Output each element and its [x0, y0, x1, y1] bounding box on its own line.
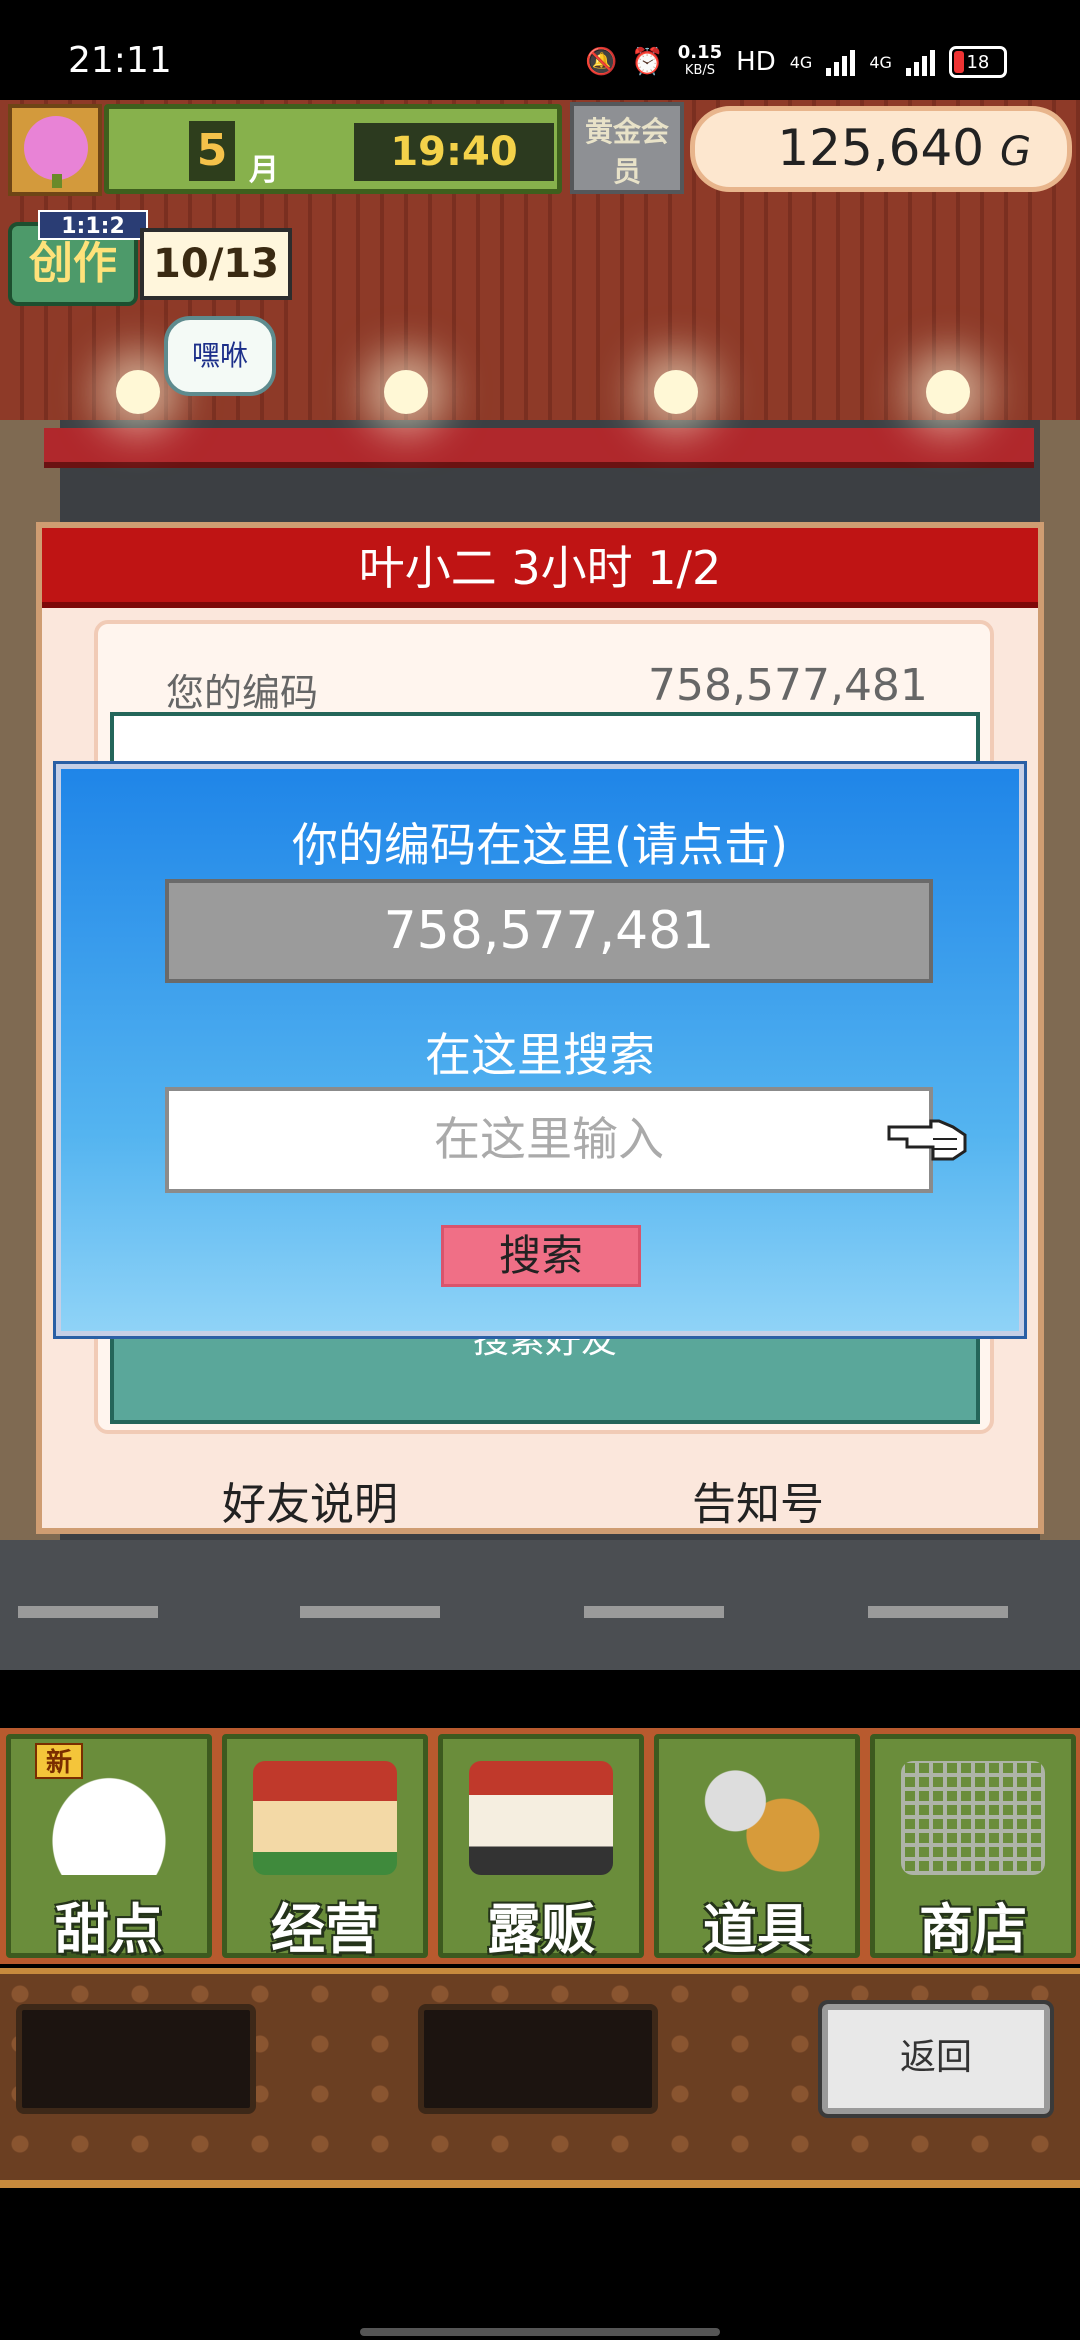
lamp-icon	[654, 370, 698, 414]
sim1-label: 4G	[789, 52, 813, 72]
shop-icon	[253, 1761, 397, 1875]
shop-wall-right	[1040, 420, 1080, 1540]
shop-awning	[44, 428, 1034, 468]
street	[0, 1540, 1080, 1670]
tree-icon	[24, 116, 88, 180]
bottom-bar: 返回	[0, 1968, 1080, 2188]
menu-dessert-label: 甜点	[55, 1898, 163, 1961]
my-code-button[interactable]: 758,577,481	[165, 879, 933, 983]
alarm-icon: ⏰	[631, 47, 664, 77]
road-marking	[584, 1606, 724, 1618]
date-panel: 5 月 19:40	[104, 104, 562, 194]
status-time: 21:11	[68, 40, 172, 81]
new-badge: 新	[35, 1743, 83, 1779]
sim2-label: 4G	[869, 52, 892, 72]
battery-icon: 18	[948, 46, 1007, 78]
notice-link[interactable]: 告知号	[692, 1468, 824, 1532]
menu-stall-label: 露贩	[487, 1898, 595, 1961]
empty-slot	[418, 2004, 658, 2114]
create-status[interactable]: 创作 1:1:2 10/13	[8, 210, 292, 306]
gold-member-icon[interactable]: 黄金会员	[570, 102, 684, 194]
search-input[interactable]: 在这里输入	[165, 1087, 933, 1193]
money-unit: G	[1000, 129, 1031, 175]
battery-level: 18	[966, 51, 990, 73]
search-dialog: 你的编码在这里(请点击) 758,577,481 在这里搜索 在这里输入 搜索	[53, 761, 1027, 1339]
network-speed-value: 0.15	[677, 42, 723, 63]
menu-store-button[interactable]: 商店	[870, 1734, 1076, 1961]
menu-stall-button[interactable]: 露贩	[438, 1734, 644, 1961]
shopping-cart-icon	[901, 1761, 1045, 1875]
signal-icon-1	[826, 48, 856, 76]
month-number: 5	[189, 121, 235, 181]
search-button[interactable]: 搜索	[441, 1225, 641, 1287]
lamp-icon	[116, 370, 160, 414]
code-value: 758,577,481	[648, 660, 928, 711]
game-clock: 19:40	[354, 123, 554, 181]
mute-icon: 🔕	[585, 47, 618, 77]
empty-slot	[16, 2004, 256, 2114]
menu-manage-label: 经营	[271, 1898, 379, 1961]
money-display: 125,640 G	[690, 106, 1072, 192]
panel-title: 叶小二 3小时 1/2	[42, 528, 1038, 608]
friend-help-link[interactable]: 好友说明	[222, 1468, 398, 1532]
menu-items-label: 道具	[703, 1898, 811, 1961]
menu-manage-button[interactable]: 经营	[222, 1734, 428, 1961]
back-button[interactable]: 返回	[818, 2000, 1054, 2118]
signal-icon-2	[905, 48, 935, 76]
pointing-hand-icon	[887, 1119, 967, 1161]
road-marking	[300, 1606, 440, 1618]
tree-trunk	[52, 174, 62, 188]
status-icons: 🔕 ⏰ 0.15 KB/S HD 4G 4G 18	[585, 44, 1007, 80]
code-label: 您的编码	[166, 671, 319, 715]
speech-bubble: 嘿咻	[164, 316, 276, 396]
main-menu: 新 甜点 经营 露贩 道具 商店	[0, 1728, 1080, 1964]
lamp-icon	[926, 370, 970, 414]
food-truck-icon	[469, 1761, 613, 1875]
month-label: 月	[249, 153, 279, 188]
avatar[interactable]	[8, 104, 102, 196]
menu-dessert-button[interactable]: 新 甜点	[6, 1734, 212, 1961]
create-progress: 10/13	[140, 228, 292, 300]
menu-store-label: 商店	[919, 1898, 1027, 1961]
dialog-title: 你的编码在这里(请点击)	[292, 818, 788, 872]
road-marking	[868, 1606, 1008, 1618]
network-speed-unit: KB/S	[684, 63, 715, 78]
status-bar: 21:11 🔕 ⏰ 0.15 KB/S HD 4G 4G 18	[0, 0, 1080, 100]
lamp-icon	[384, 370, 428, 414]
menu-items-button[interactable]: 道具	[654, 1734, 860, 1961]
hd-indicator: HD	[736, 47, 776, 77]
road-marking	[18, 1606, 158, 1618]
search-label: 在这里搜索	[425, 1028, 655, 1082]
money-value: 125,640	[777, 119, 985, 177]
gear-bag-icon	[685, 1761, 829, 1875]
network-speed: 0.15 KB/S	[678, 44, 722, 80]
create-level: 1:1:2	[38, 210, 148, 240]
gesture-bar[interactable]	[360, 2328, 720, 2336]
